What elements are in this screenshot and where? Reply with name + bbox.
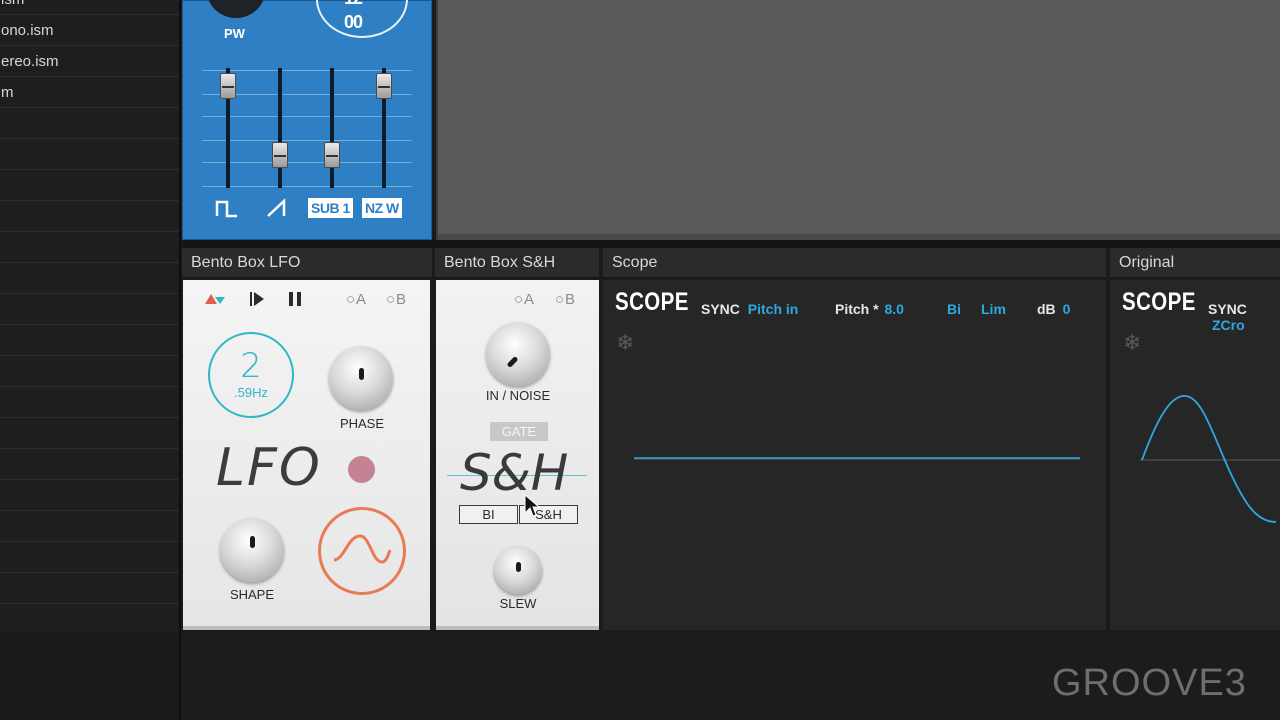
scope-flat-trace bbox=[634, 457, 1080, 460]
browser-item[interactable] bbox=[0, 171, 179, 201]
shape-knob[interactable] bbox=[220, 518, 284, 582]
pitch-key: Pitch * bbox=[835, 301, 879, 317]
pitch-ring-bottom: 00 bbox=[344, 12, 363, 32]
slew-label: SLEW bbox=[499, 596, 537, 611]
original-scope-title: SCOPE bbox=[1122, 288, 1196, 316]
original-sync-key: SYNC bbox=[1208, 301, 1247, 317]
lim-toggle[interactable]: Lim bbox=[981, 301, 1006, 317]
lfo-title: LFO bbox=[216, 438, 322, 498]
play-icon[interactable] bbox=[248, 290, 266, 308]
mouse-cursor-icon bbox=[524, 494, 540, 517]
browser-item[interactable]: ereo.ism bbox=[0, 47, 179, 77]
sine-wave-icon bbox=[333, 534, 392, 564]
browser-item[interactable] bbox=[0, 574, 179, 604]
knob-pointer bbox=[506, 355, 519, 369]
browser-item[interactable] bbox=[0, 419, 179, 449]
db-control[interactable]: dB 0 bbox=[1037, 301, 1070, 317]
bi-text: Bi bbox=[947, 301, 961, 317]
empty-device-area bbox=[436, 0, 1280, 240]
lfo-a-toggle[interactable]: ○A bbox=[346, 291, 367, 308]
pw-label: PW bbox=[224, 26, 245, 41]
browser-item[interactable] bbox=[0, 605, 179, 635]
browser-item[interactable] bbox=[0, 109, 179, 139]
sub-level-slider[interactable] bbox=[324, 141, 340, 168]
browser-item[interactable]: m bbox=[0, 78, 179, 108]
db-value: 0 bbox=[1062, 301, 1071, 317]
lfo-indicator-dot bbox=[348, 456, 375, 483]
lim-text: Lim bbox=[981, 301, 1006, 317]
freeze-icon[interactable]: ❄ bbox=[616, 330, 634, 356]
pitch-control[interactable]: Pitch * 8.0 bbox=[835, 301, 904, 317]
slider-track-3 bbox=[330, 68, 334, 188]
browser-item[interactable] bbox=[0, 388, 179, 418]
knob-pointer bbox=[250, 536, 255, 548]
pitch-ring-top: 12 bbox=[344, 0, 363, 9]
shape-label: SHAPE bbox=[229, 587, 275, 602]
original-sine-trace bbox=[1140, 395, 1280, 523]
pulse-wave-icon[interactable] bbox=[215, 198, 241, 218]
phase-label: PHASE bbox=[339, 416, 385, 431]
browser-item[interactable] bbox=[0, 357, 179, 387]
original-freeze-icon[interactable]: ❄ bbox=[1123, 330, 1141, 356]
browser-item[interactable] bbox=[0, 295, 179, 325]
saw-wave-icon[interactable] bbox=[266, 198, 290, 218]
app-window: ism ono.ism ereo.ism m PW 12 00 bbox=[0, 0, 1280, 720]
sh-title: S&H bbox=[460, 444, 569, 502]
browser-item[interactable] bbox=[0, 326, 179, 356]
lfo-b-toggle[interactable]: ○B bbox=[386, 291, 407, 308]
sync-key: SYNC bbox=[701, 301, 740, 317]
slider-track-2 bbox=[278, 68, 282, 188]
browser-item[interactable]: ono.ism bbox=[0, 16, 179, 46]
file-browser: ism ono.ism ereo.ism m bbox=[0, 0, 181, 720]
sync-control[interactable]: SYNC Pitch in bbox=[701, 301, 798, 317]
pulse-level-slider[interactable] bbox=[220, 72, 236, 99]
sh-b-toggle[interactable]: ○B bbox=[555, 291, 576, 308]
browser-item[interactable] bbox=[0, 264, 179, 294]
browser-item[interactable] bbox=[0, 481, 179, 511]
sync-value: Pitch in bbox=[747, 301, 799, 317]
lfo-rate-value: 2 bbox=[240, 346, 262, 386]
browser-item[interactable] bbox=[0, 233, 179, 263]
sh-device-header[interactable]: Bento Box S&H bbox=[435, 248, 599, 278]
original-sync-control[interactable]: SYNC ZCro bbox=[1208, 301, 1280, 333]
slew-knob[interactable] bbox=[494, 546, 542, 594]
browser-item[interactable] bbox=[0, 202, 179, 232]
knob-pointer bbox=[359, 368, 364, 380]
lfo-rate-unit: .59Hz bbox=[234, 385, 268, 400]
browser-item[interactable] bbox=[0, 543, 179, 573]
sh-a-toggle[interactable]: ○A bbox=[514, 291, 535, 308]
noise-white-button[interactable]: NZ W bbox=[362, 198, 402, 218]
noise-level-slider[interactable] bbox=[376, 72, 392, 99]
browser-item[interactable] bbox=[0, 140, 179, 170]
gate-button[interactable]: GATE bbox=[490, 422, 548, 441]
scope-title: SCOPE bbox=[615, 288, 689, 316]
browser-empty bbox=[0, 633, 179, 720]
in-noise-label: IN / NOISE bbox=[485, 388, 551, 403]
db-key: dB bbox=[1037, 301, 1056, 317]
bi-toggle[interactable]: Bi bbox=[947, 301, 961, 317]
pitch-value: 8.0 bbox=[884, 301, 904, 317]
pause-icon[interactable] bbox=[286, 290, 304, 308]
saw-level-slider[interactable] bbox=[272, 141, 288, 168]
browser-item[interactable]: ism bbox=[0, 0, 179, 15]
knob-pointer bbox=[516, 562, 521, 572]
sub-1-button[interactable]: SUB 1 bbox=[308, 198, 353, 218]
phase-knob[interactable] bbox=[329, 346, 393, 410]
retrigger-icon[interactable] bbox=[203, 292, 227, 306]
groove3-watermark: GROOVE3 bbox=[1052, 662, 1247, 704]
in-noise-knob[interactable] bbox=[486, 322, 550, 386]
scope-device-header[interactable]: Scope bbox=[603, 248, 1106, 278]
bi-button[interactable]: BI bbox=[459, 505, 518, 524]
lfo-device-header[interactable]: Bento Box LFO bbox=[182, 248, 432, 278]
device-divider bbox=[182, 240, 1280, 248]
browser-item[interactable] bbox=[0, 512, 179, 542]
original-device-header[interactable]: Original bbox=[1110, 248, 1280, 278]
browser-item[interactable] bbox=[0, 450, 179, 480]
original-sync-value: ZCro bbox=[1212, 317, 1245, 333]
